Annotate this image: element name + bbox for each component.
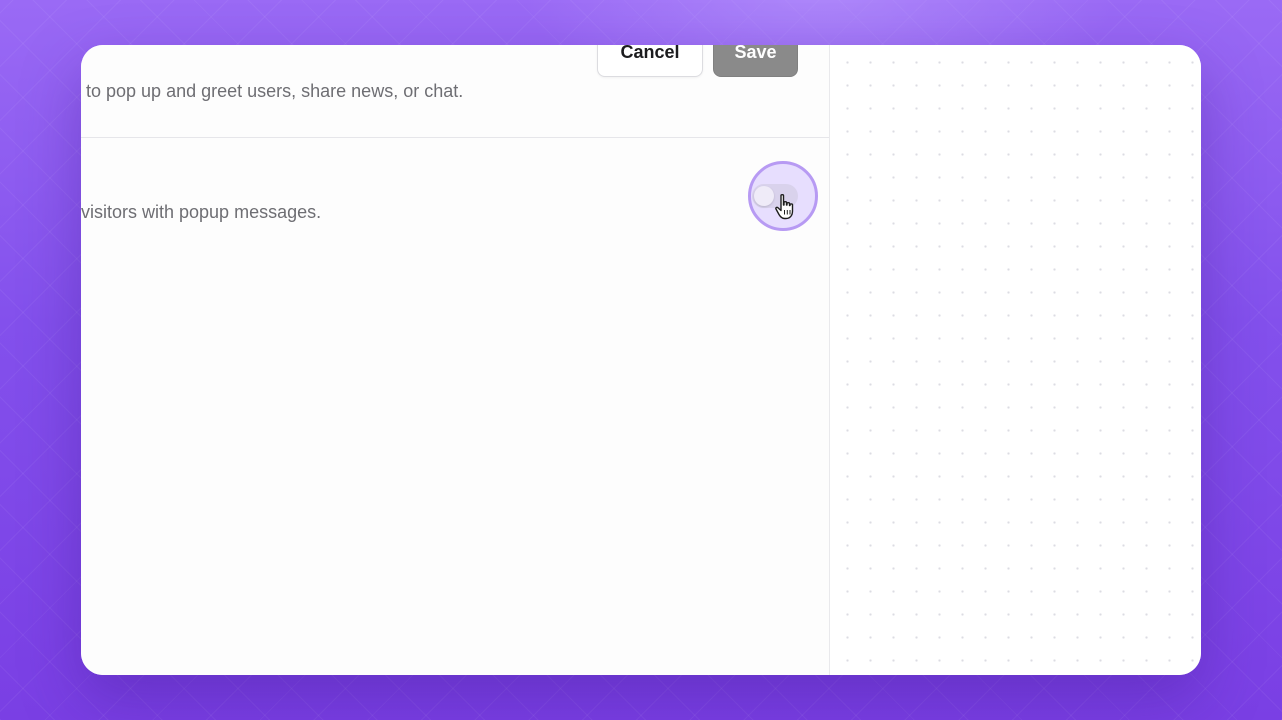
popup-messages-toggle[interactable] [752,184,798,208]
header-description: to pop up and greet users, share news, o… [86,81,464,101]
cancel-button[interactable]: Cancel [597,45,703,77]
settings-header: to pop up and greet users, share news, o… [81,45,829,138]
settings-pane: to pop up and greet users, share news, o… [81,45,829,675]
setting-description: visitors with popup messages. [81,202,322,222]
toggle-knob [754,186,774,206]
app-window: to pop up and greet users, share news, o… [81,45,1201,675]
preview-canvas [829,45,1201,675]
save-button[interactable]: Save [713,45,798,77]
popup-messages-setting: visitors with popup messages. [81,138,829,258]
